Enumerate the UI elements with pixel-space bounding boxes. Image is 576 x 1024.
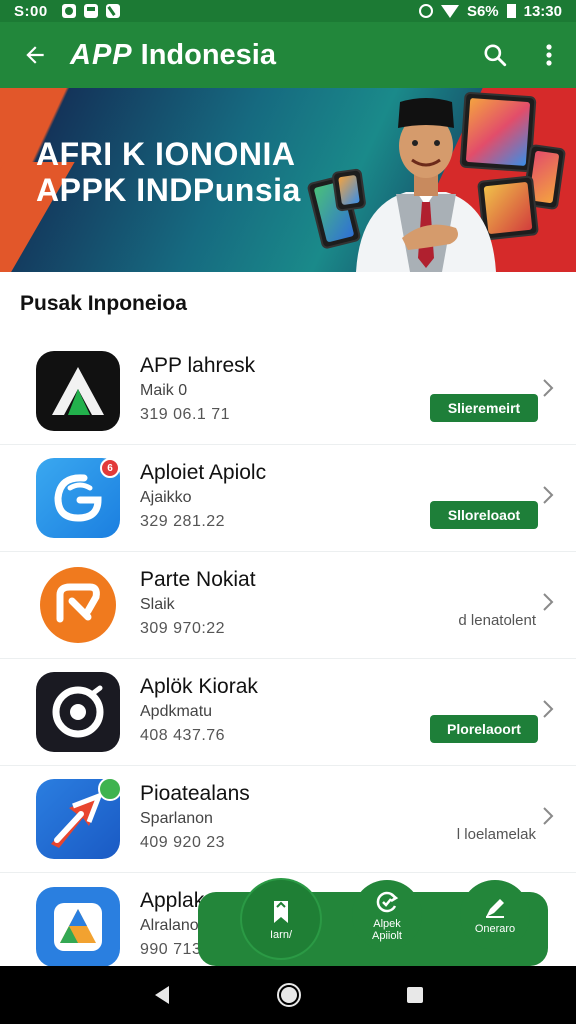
list-item-text: Aplök Kiorak Apdkmatu 408 437.76 <box>140 675 258 745</box>
app-meta: 408 437.76 <box>140 727 226 744</box>
app-subtitle: Maik 0 <box>140 382 188 399</box>
bottom-nav-label: Iarn/ <box>269 929 292 941</box>
chevron-right-icon <box>543 593 554 611</box>
bookmark-arrow-icon <box>274 901 288 923</box>
banner-line-2: APPK INDPunsia <box>36 172 301 208</box>
status-time-left: S:00 <box>14 2 48 20</box>
notification-badge: 6 <box>100 458 120 478</box>
app-subtitle: Slaik <box>140 596 175 613</box>
app-name: APP lahresk <box>140 354 256 377</box>
bottom-nav-item-home[interactable]: Iarn/ <box>242 880 320 958</box>
search-icon <box>484 44 507 67</box>
promo-banner[interactable]: AFRI K IONONIA APPK INDPunsia <box>0 88 576 272</box>
app-meta: 329 281.22 <box>140 513 226 530</box>
system-navigation-bar <box>0 966 576 1024</box>
pen-icon <box>486 899 504 918</box>
a-logo-icon <box>36 351 120 431</box>
app-bar-actions <box>468 22 576 88</box>
nav-home-icon[interactable] <box>276 982 302 1008</box>
lens-icon <box>36 672 120 752</box>
status-time-right: 13:30 <box>523 2 562 20</box>
notification-icon <box>105 4 120 18</box>
chevron-right-icon <box>543 700 554 718</box>
more-options-button[interactable] <box>522 22 576 88</box>
list-item[interactable]: 6 Aploiet Apiolc Ajaikko 329 281.22 Sllo… <box>0 445 576 552</box>
app-meta: 409 920 23 <box>140 834 226 851</box>
refresh-icon <box>376 891 399 913</box>
presenter-illustration <box>356 98 496 272</box>
chevron-right-icon <box>543 486 554 504</box>
status-right: S6% 13:30 <box>418 2 562 20</box>
status-bar: S:00 S6% 13:30 <box>0 0 576 22</box>
alarm-icon <box>418 4 433 18</box>
wifi-icon <box>440 4 459 18</box>
app-name: Aplök Kiorak <box>140 675 258 698</box>
app-name: Parte Nokiat <box>140 568 256 591</box>
list-item-text: Aploiet Apiolc Ajaikko 329 281.22 <box>140 461 266 531</box>
app-subtitle: Ajaikko <box>140 489 192 506</box>
app-meta: 309 970:22 <box>140 620 226 637</box>
chevron-right-icon <box>543 807 554 825</box>
more-vertical-icon <box>546 44 552 66</box>
app-name: Pioatealans <box>140 782 250 805</box>
list-item[interactable]: Aplök Kiorak Apdkmatu 408 437.76 Plorela… <box>0 659 576 766</box>
bottom-nav-label: Oneraro <box>474 923 516 935</box>
status-badge-icon <box>98 777 122 801</box>
back-arrow-icon <box>26 46 44 64</box>
bottom-nav-item-apps[interactable]: Alpek Apiiolt <box>352 880 422 950</box>
banner-text: AFRI K IONONIA APPK INDPunsia <box>36 136 301 208</box>
bottom-nav-button[interactable]: Alpek Apiiolt <box>352 880 422 950</box>
app-subtitle: Sparlanon <box>140 810 213 827</box>
install-button[interactable]: Slieremeirt <box>430 394 538 422</box>
app-logo: APP Indonesia <box>70 39 276 72</box>
list-item[interactable]: Pioatealans Sparlanon 409 920 23 l loela… <box>0 766 576 873</box>
bottom-nav-label: Alpek Apiiolt <box>372 918 402 942</box>
list-item-text: Parte Nokiat Slaik 309 970:22 <box>140 568 256 638</box>
bottom-nav-button[interactable]: Oneraro <box>460 880 530 950</box>
install-button[interactable]: Plorelaoort <box>430 715 538 743</box>
bottom-nav-item-other[interactable]: Oneraro <box>460 880 530 950</box>
arrow-circle-icon <box>36 565 120 645</box>
logo-app-text: APP <box>70 38 133 71</box>
install-link[interactable]: l loelamelak <box>457 826 536 843</box>
app-bar: APP Indonesia <box>0 22 576 88</box>
app-subtitle: Apdkmatu <box>140 703 213 720</box>
bottom-nav-button[interactable]: Iarn/ <box>242 880 320 958</box>
install-link[interactable]: d lenatolent <box>458 612 536 629</box>
list-item-text: Pioatealans Sparlanon 409 920 23 <box>140 782 250 852</box>
section-title: Pusak Inponeioa <box>20 292 187 315</box>
banner-line-1: AFRI K IONONIA <box>36 136 296 172</box>
rocket-arrow-icon <box>36 777 122 859</box>
screen: S:00 S6% 13:30 APP Indonesia AFRI K IONO… <box>0 0 576 1024</box>
search-button[interactable] <box>468 22 522 88</box>
notification-icon <box>83 4 98 18</box>
list-item-text: APP lahresk Maik 0 319 06.1 71 <box>140 354 255 424</box>
list-item[interactable]: Parte Nokiat Slaik 309 970:22 d lenatole… <box>0 552 576 659</box>
app-meta: 319 06.1 71 <box>140 406 231 423</box>
app-name: Aploiet Apiolc <box>140 461 267 484</box>
notification-icon <box>61 4 76 18</box>
nav-recents-icon[interactable] <box>405 985 425 1005</box>
battery-icon <box>506 4 516 18</box>
list-item[interactable]: APP lahresk Maik 0 319 06.1 71 Slieremei… <box>0 338 576 445</box>
g-swirl-icon: 6 <box>36 458 120 538</box>
install-button[interactable]: Slloreloaot <box>430 501 538 529</box>
triangle-logo-icon <box>36 886 120 967</box>
logo-title: Indonesia <box>140 38 276 71</box>
back-button[interactable] <box>0 22 70 88</box>
nav-back-icon[interactable] <box>151 984 173 1006</box>
battery-percent: S6% <box>466 2 499 20</box>
notification-icons <box>61 4 120 18</box>
chevron-right-icon <box>543 379 554 397</box>
